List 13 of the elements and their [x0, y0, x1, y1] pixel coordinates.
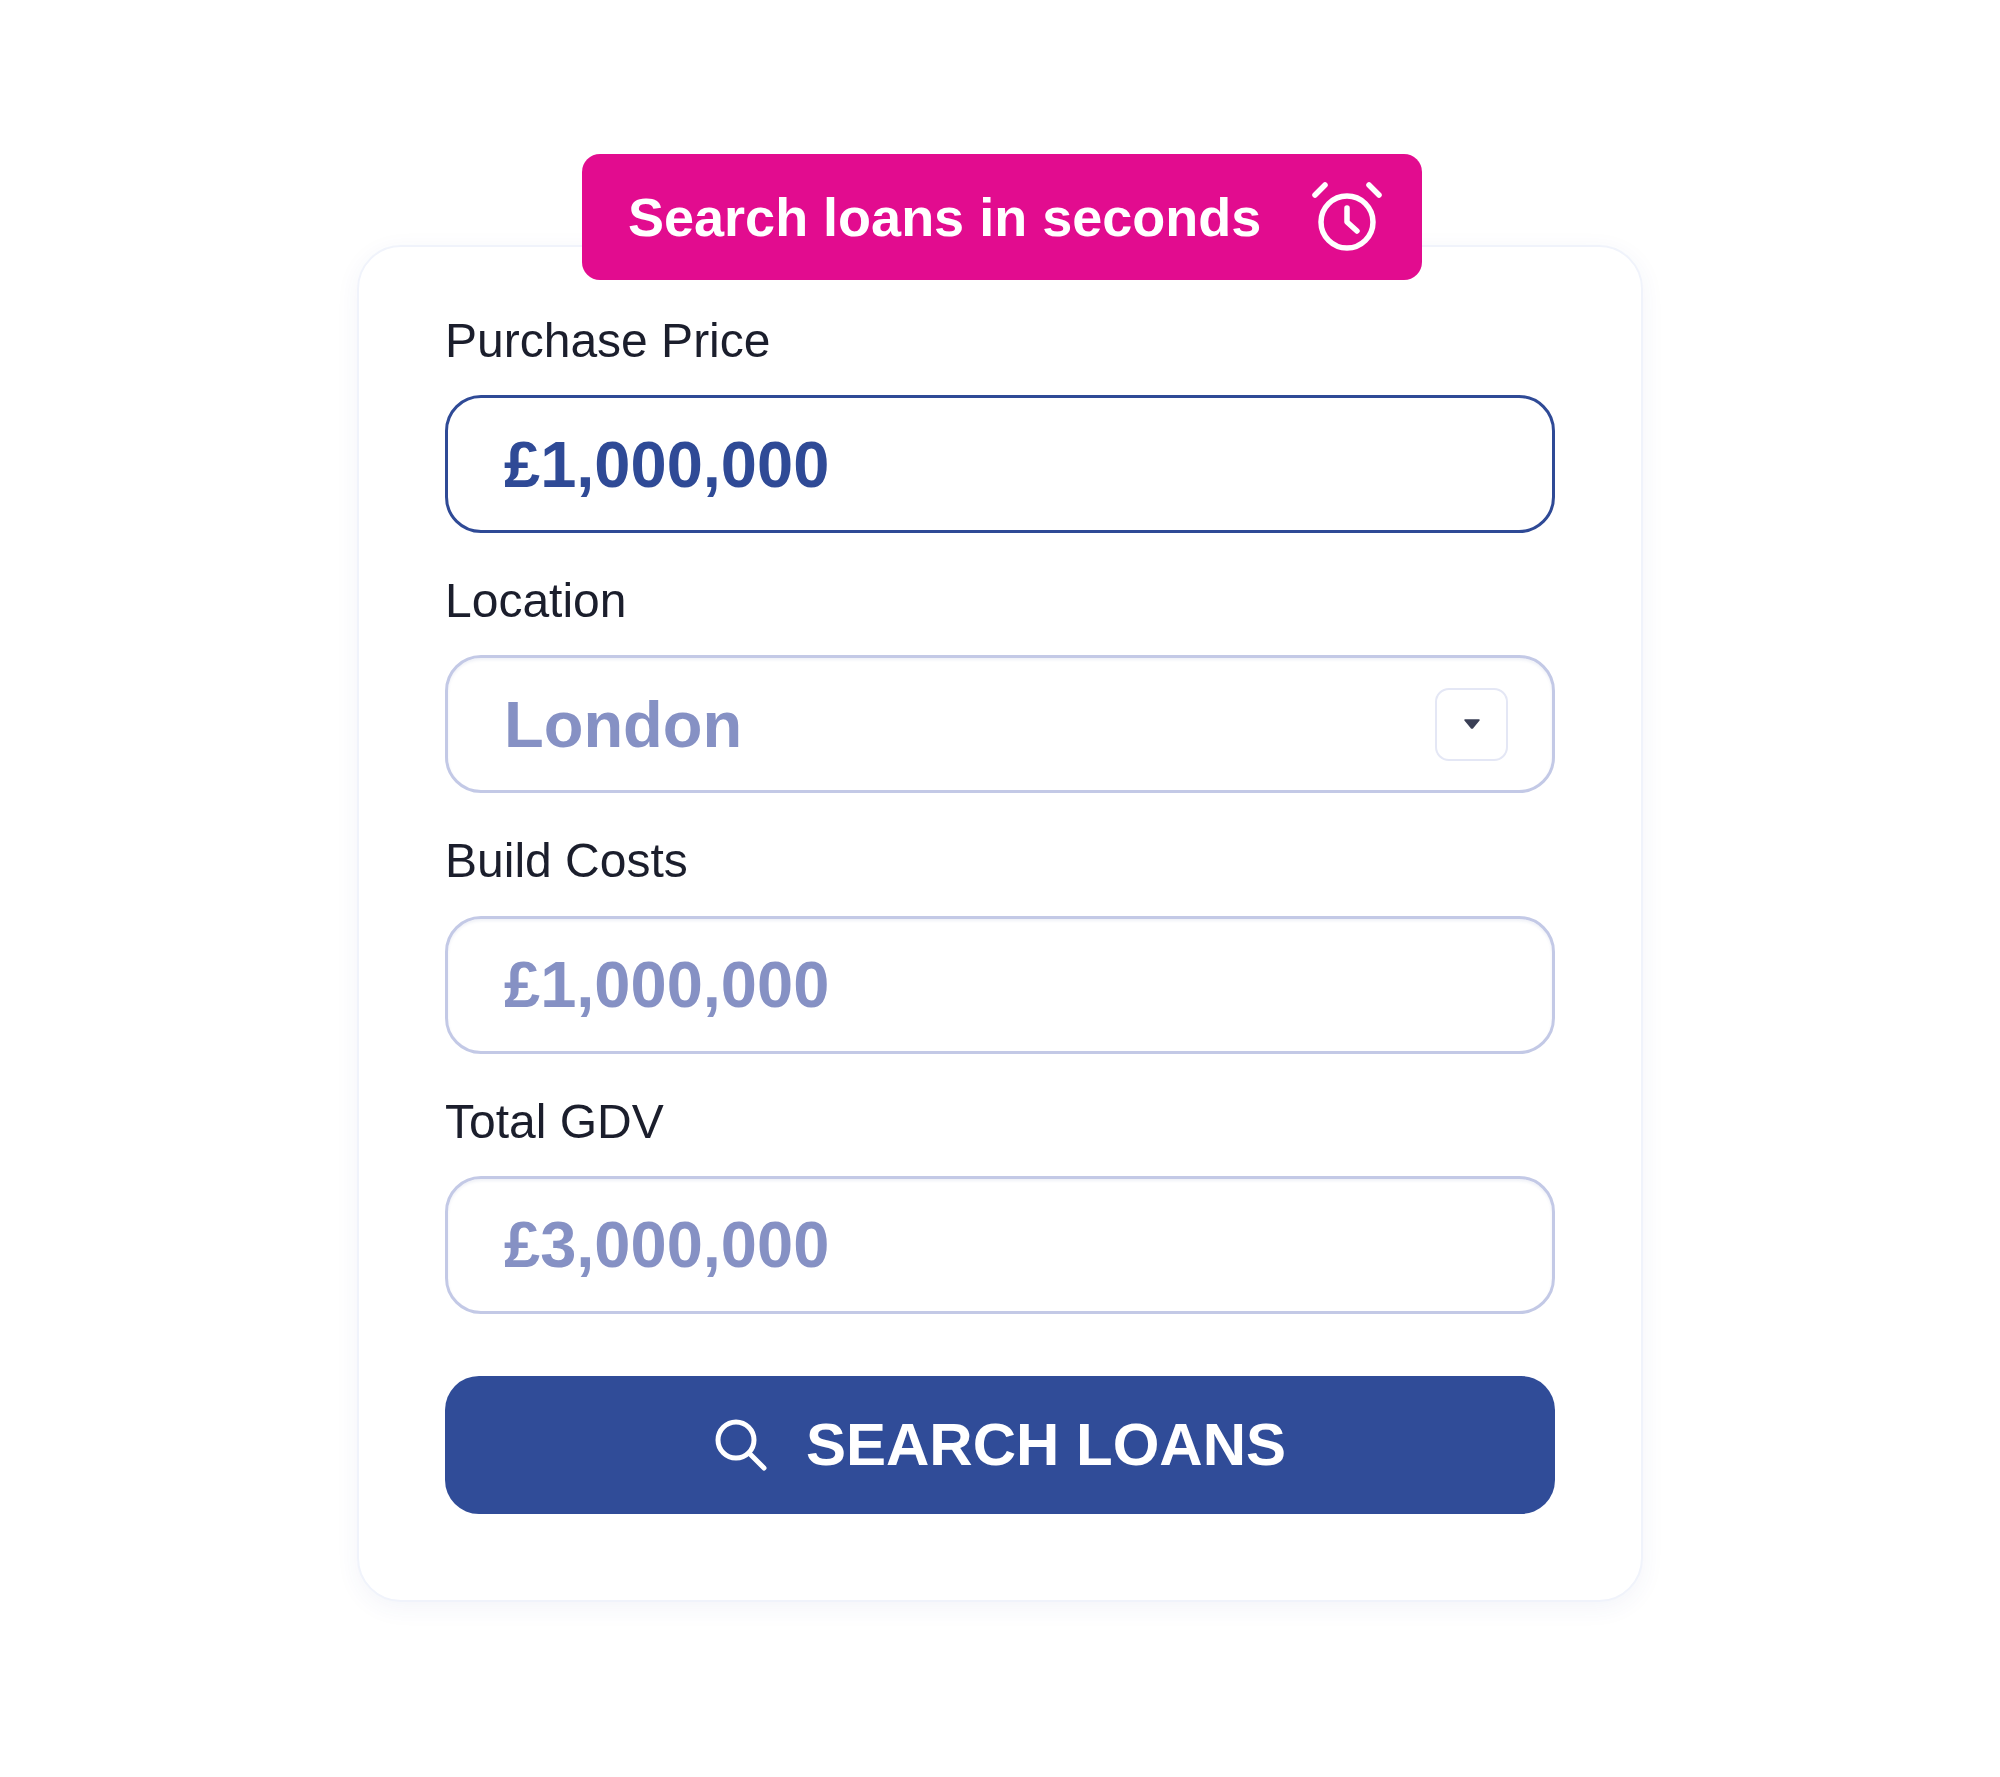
banner-title: Search loans in seconds — [628, 185, 1262, 249]
input-field[interactable]: £1,000,000 — [445, 915, 1555, 1054]
input-field[interactable]: £1,000,000 — [445, 395, 1555, 534]
input-field[interactable]: £3,000,000 — [445, 1175, 1555, 1314]
search-icon — [714, 1417, 768, 1472]
caret-icon — [1463, 719, 1480, 730]
dropdown-button[interactable] — [1435, 687, 1508, 761]
field-label: Purchase Price — [445, 313, 771, 369]
field-label: Total GDV — [445, 1093, 664, 1149]
field-label: Build Costs — [445, 833, 688, 889]
field-label: Location — [445, 573, 627, 629]
alarm-clock-icon — [1311, 181, 1384, 253]
search-button[interactable]: SEARCH LOANS — [445, 1375, 1555, 1514]
